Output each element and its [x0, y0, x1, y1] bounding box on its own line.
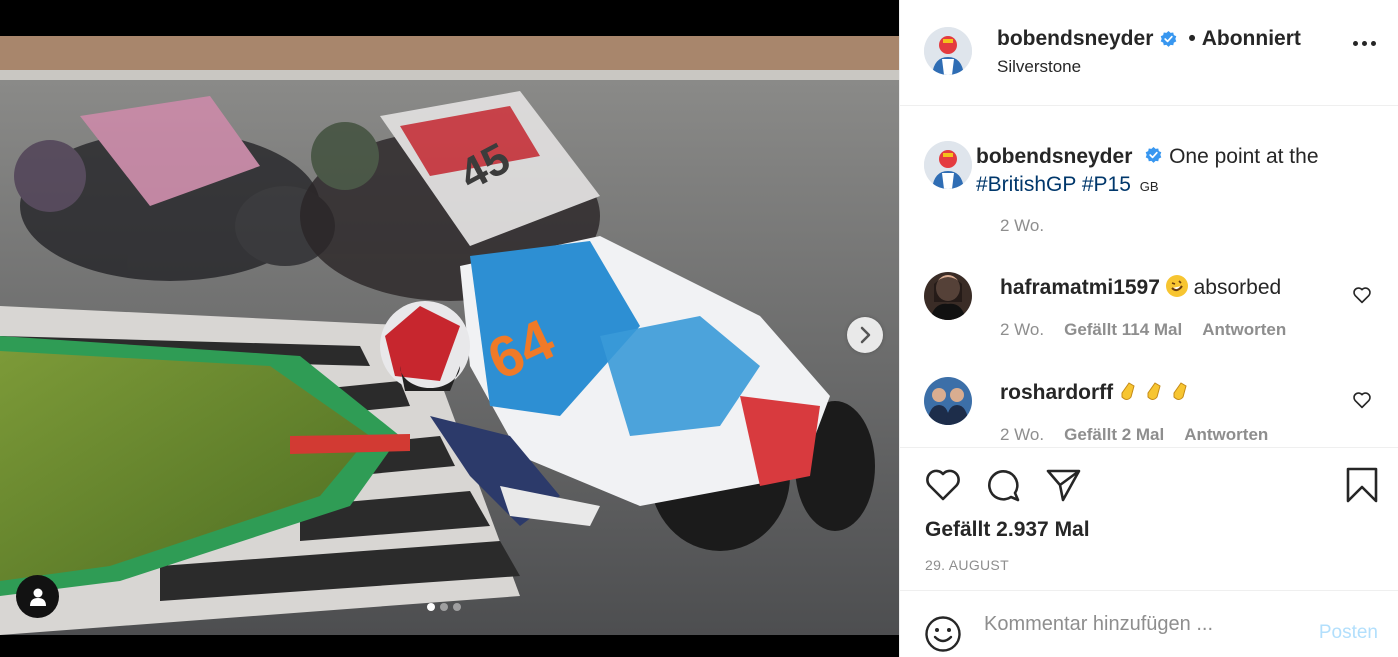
comments-list[interactable]: bobendsneyder One point at the #BritishG… [900, 106, 1398, 447]
rolling-laughing-emoji-icon [1165, 275, 1188, 297]
more-options-icon[interactable] [1353, 41, 1376, 46]
slide-dot-active [427, 603, 435, 611]
slide-indicator [427, 603, 461, 611]
post-actions: Gefällt 2.937 Mal 29. AUGUST [900, 447, 1398, 590]
avatar[interactable] [924, 141, 972, 189]
share-paper-plane-icon[interactable] [1044, 466, 1082, 504]
comment-username[interactable]: haframatmi1597 [1000, 276, 1160, 299]
slide-dot [440, 603, 448, 611]
verified-badge-icon [1145, 146, 1162, 163]
add-comment-bar: Posten [900, 590, 1398, 657]
separator-dot: • [1188, 27, 1196, 50]
verified-badge-icon [1161, 30, 1177, 47]
comment-timestamp[interactable]: 2 Wo. [1000, 320, 1044, 340]
comment-input[interactable] [984, 613, 1304, 636]
like-comment-heart-icon[interactable] [1352, 391, 1372, 409]
slide-dot [453, 603, 461, 611]
comment-username[interactable]: roshardorff [1000, 381, 1113, 404]
comment-likes[interactable]: Gefällt 114 Mal [1064, 320, 1182, 340]
avatar[interactable] [924, 377, 972, 425]
comment-bubble-icon[interactable] [984, 466, 1022, 504]
save-bookmark-icon[interactable] [1343, 466, 1381, 504]
user-icon [29, 588, 46, 606]
avatar[interactable] [924, 27, 972, 75]
caption-username[interactable]: bobendsneyder [976, 145, 1132, 168]
caption-timestamp[interactable]: 2 Wo. [1000, 216, 1044, 236]
next-slide-button[interactable] [847, 317, 883, 353]
emoji-picker-icon[interactable] [924, 615, 962, 653]
like-comment-heart-icon[interactable] [1352, 286, 1372, 304]
like-heart-icon[interactable] [924, 466, 962, 504]
hashtag-link[interactable]: #P15 [1082, 173, 1131, 196]
caption-text: bobendsneyder One point at the #BritishG… [976, 143, 1356, 201]
location-link[interactable]: Silverstone [997, 57, 1081, 77]
post-media-pane: 45 64 [0, 0, 899, 657]
reply-button[interactable]: Antworten [1202, 320, 1286, 340]
post-header: bobendsneyder • Abonniert Silverstone [900, 0, 1398, 106]
post-photo[interactable]: 45 64 [0, 36, 899, 635]
avatar[interactable] [924, 272, 972, 320]
hashtag-link[interactable]: #BritishGP [976, 173, 1076, 196]
tagged-users-button[interactable] [16, 575, 59, 618]
username[interactable]: bobendsneyder [997, 27, 1153, 51]
comment-timestamp[interactable]: 2 Wo. [1000, 425, 1044, 445]
post-sidebar: bobendsneyder • Abonniert Silverstone bo… [899, 0, 1398, 657]
reply-button[interactable]: Antworten [1184, 425, 1268, 445]
flag-emoji: GB [1139, 179, 1159, 194]
post-comment-button[interactable]: Posten [1319, 622, 1378, 644]
follow-status-button[interactable]: Abonniert [1202, 27, 1301, 51]
chevron-right-icon [860, 326, 871, 344]
comment-body: absorbed [1193, 276, 1282, 299]
caption-body: One point at the [1169, 145, 1319, 168]
post-date[interactable]: 29. AUGUST [925, 557, 1009, 573]
likes-count[interactable]: Gefällt 2.937 Mal [925, 518, 1090, 542]
clapping-hands-emoji-icon [1119, 379, 1197, 411]
comment-likes[interactable]: Gefällt 2 Mal [1064, 425, 1164, 445]
